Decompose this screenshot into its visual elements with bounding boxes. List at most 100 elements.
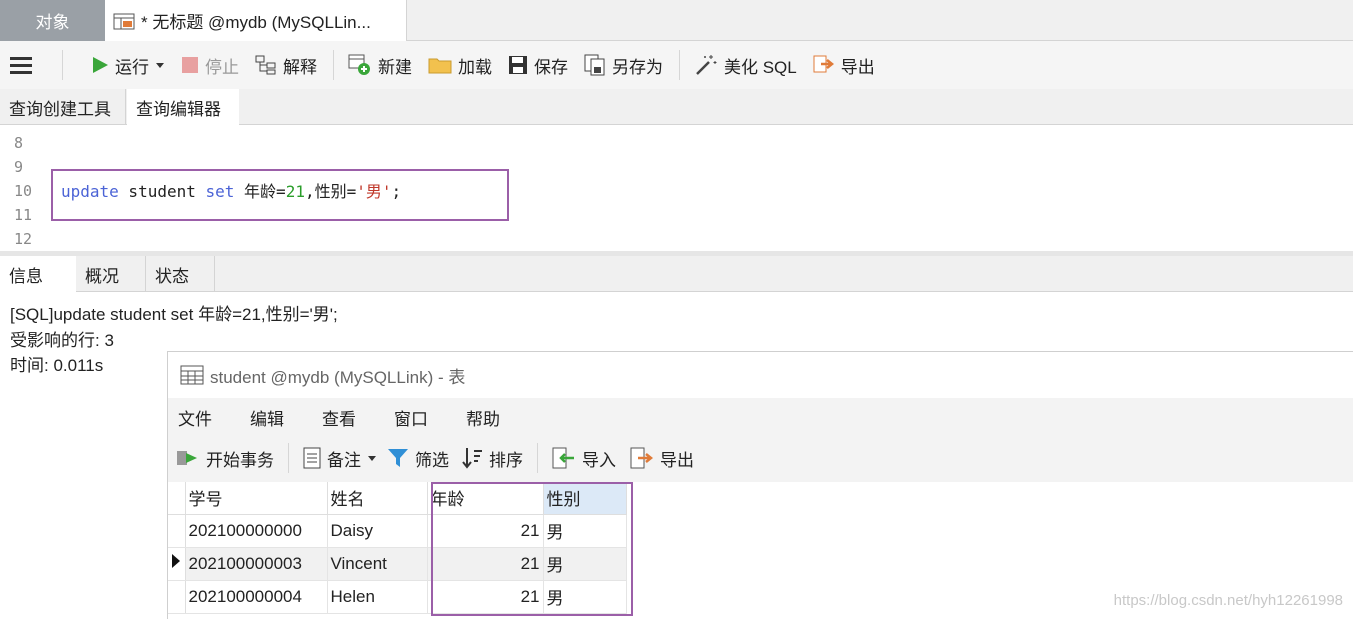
result-tabs: 信息 概况 状态 (0, 256, 1353, 292)
transaction-icon (176, 448, 200, 468)
save-label: 保存 (534, 53, 568, 78)
filter-icon (387, 448, 409, 468)
cell-name[interactable]: Helen (327, 580, 427, 613)
beautify-sql-label: 美化 SQL (724, 53, 797, 78)
row-indicator-header (168, 482, 185, 514)
row-indicator[interactable] (168, 514, 185, 547)
watermark: https://blog.csdn.net/hyh12261998 (1114, 592, 1343, 609)
save-as-label: 另存为 (612, 53, 663, 78)
stop-button[interactable]: 停止 (181, 53, 239, 78)
table-icon (180, 365, 204, 385)
save-as-icon (584, 54, 606, 76)
document-tab-bar: 对象 * 无标题 @mydb (MySQLLin... (0, 0, 1353, 41)
table-window-title: student @mydb (MySQLLink) - 表 (210, 363, 465, 388)
tab-info[interactable]: 信息 (0, 256, 76, 293)
toolbar-separator (679, 50, 680, 80)
tab-info-label: 信息 (9, 262, 43, 287)
sql-editor[interactable]: 8 9 10 11 12 update student set 年龄=21,性别… (0, 125, 1353, 251)
tab-query-editor-label: 查询编辑器 (136, 95, 221, 120)
line-number: 12 (14, 230, 32, 248)
folder-icon (428, 55, 452, 75)
tab-overview[interactable]: 概况 (76, 256, 146, 292)
message-affected-rows: 受影响的行: 3 (10, 328, 338, 354)
cell-name[interactable]: Daisy (327, 514, 427, 547)
table-window-toolbar: 开始事务 备注 筛选 排序 导入 导出 (168, 436, 1353, 480)
toolbar-separator (62, 50, 63, 80)
tab-query-label: * 无标题 @mydb (MySQLLin... (141, 8, 371, 33)
menu-edit[interactable]: 编辑 (250, 405, 284, 430)
column-highlight-box (431, 482, 633, 616)
menu-file[interactable]: 文件 (178, 405, 212, 430)
cell-student-id[interactable]: 202100000000 (185, 514, 327, 547)
notes-label: 备注 (327, 446, 361, 471)
message-sql: [SQL]update student set 年龄=21,性别='男'; (10, 302, 338, 328)
tab-query-builder-label: 查询创建工具 (9, 95, 111, 120)
new-button[interactable]: 新建 (348, 53, 412, 78)
cell-name[interactable]: Vincent (327, 547, 427, 580)
hamburger-icon (10, 56, 32, 74)
explain-button[interactable]: 解释 (255, 53, 317, 78)
table-window-menubar: 文件 编辑 查看 窗口 帮助 (168, 398, 1353, 436)
row-indicator[interactable] (168, 547, 185, 580)
export-label: 导出 (841, 53, 875, 78)
toolbar-separator (288, 443, 289, 473)
column-header-name[interactable]: 姓名 (327, 482, 427, 514)
line-number: 9 (14, 158, 23, 176)
table-window[interactable]: student @mydb (MySQLLink) - 表 文件 编辑 查看 窗… (167, 351, 1353, 619)
export-icon (813, 55, 835, 75)
tab-query-builder[interactable]: 查询创建工具 (0, 89, 126, 125)
tab-status[interactable]: 状态 (146, 256, 215, 292)
export-button[interactable]: 导出 (813, 53, 875, 78)
notes-icon (303, 447, 321, 469)
line-number: 8 (14, 134, 23, 152)
filter-button[interactable]: 筛选 (387, 446, 449, 471)
toolbar-separator (537, 443, 538, 473)
caret-down-icon[interactable] (155, 61, 165, 69)
begin-transaction-button[interactable]: 开始事务 (176, 446, 274, 471)
sort-button[interactable]: 排序 (461, 446, 523, 471)
tab-objects[interactable]: 对象 (0, 0, 105, 41)
load-button[interactable]: 加载 (428, 53, 492, 78)
toolbar-separator (333, 50, 334, 80)
tab-objects-label: 对象 (36, 8, 70, 33)
beautify-sql-button[interactable]: 美化 SQL (694, 53, 797, 78)
line-number: 11 (14, 206, 32, 224)
editor-mode-tabs: 查询创建工具 查询编辑器 (0, 89, 1353, 125)
tab-overview-label: 概况 (85, 262, 119, 287)
import-button[interactable]: 导入 (552, 446, 616, 471)
menu-help[interactable]: 帮助 (466, 405, 500, 430)
query-toolbar: 运行 停止 解释 新建 加载 保存 另存为 美化 SQL 导出 (0, 41, 1353, 89)
current-row-arrow-icon (168, 552, 182, 570)
table-export-button[interactable]: 导出 (630, 446, 694, 471)
menu-button[interactable] (10, 56, 32, 74)
notes-button[interactable]: 备注 (303, 446, 377, 471)
menu-view[interactable]: 查看 (322, 405, 356, 430)
line-number: 10 (14, 182, 32, 200)
tab-untitled-query[interactable]: * 无标题 @mydb (MySQLLin... (105, 0, 407, 41)
table-window-titlebar[interactable]: student @mydb (MySQLLink) - 表 (168, 352, 1353, 398)
filter-label: 筛选 (415, 446, 449, 471)
save-as-button[interactable]: 另存为 (584, 53, 663, 78)
new-label: 新建 (378, 53, 412, 78)
query-table-icon (113, 11, 135, 31)
caret-down-icon[interactable] (367, 454, 377, 462)
cell-student-id[interactable]: 202100000004 (185, 580, 327, 613)
tab-status-label: 状态 (155, 262, 189, 287)
stop-label: 停止 (205, 53, 239, 78)
table-export-label: 导出 (660, 446, 694, 471)
export-icon (630, 447, 654, 469)
save-button[interactable]: 保存 (508, 53, 568, 78)
run-button[interactable]: 运行 (91, 53, 165, 78)
sort-label: 排序 (489, 446, 523, 471)
column-header-student-id[interactable]: 学号 (185, 482, 327, 514)
new-query-icon (348, 54, 372, 76)
row-indicator[interactable] (168, 580, 185, 613)
cell-student-id[interactable]: 202100000003 (185, 547, 327, 580)
stop-icon (181, 56, 199, 74)
save-icon (508, 55, 528, 75)
import-icon (552, 447, 576, 469)
menu-window[interactable]: 窗口 (394, 405, 428, 430)
tab-query-editor[interactable]: 查询编辑器 (127, 89, 239, 126)
explain-label: 解释 (283, 53, 317, 78)
play-icon (91, 56, 109, 74)
